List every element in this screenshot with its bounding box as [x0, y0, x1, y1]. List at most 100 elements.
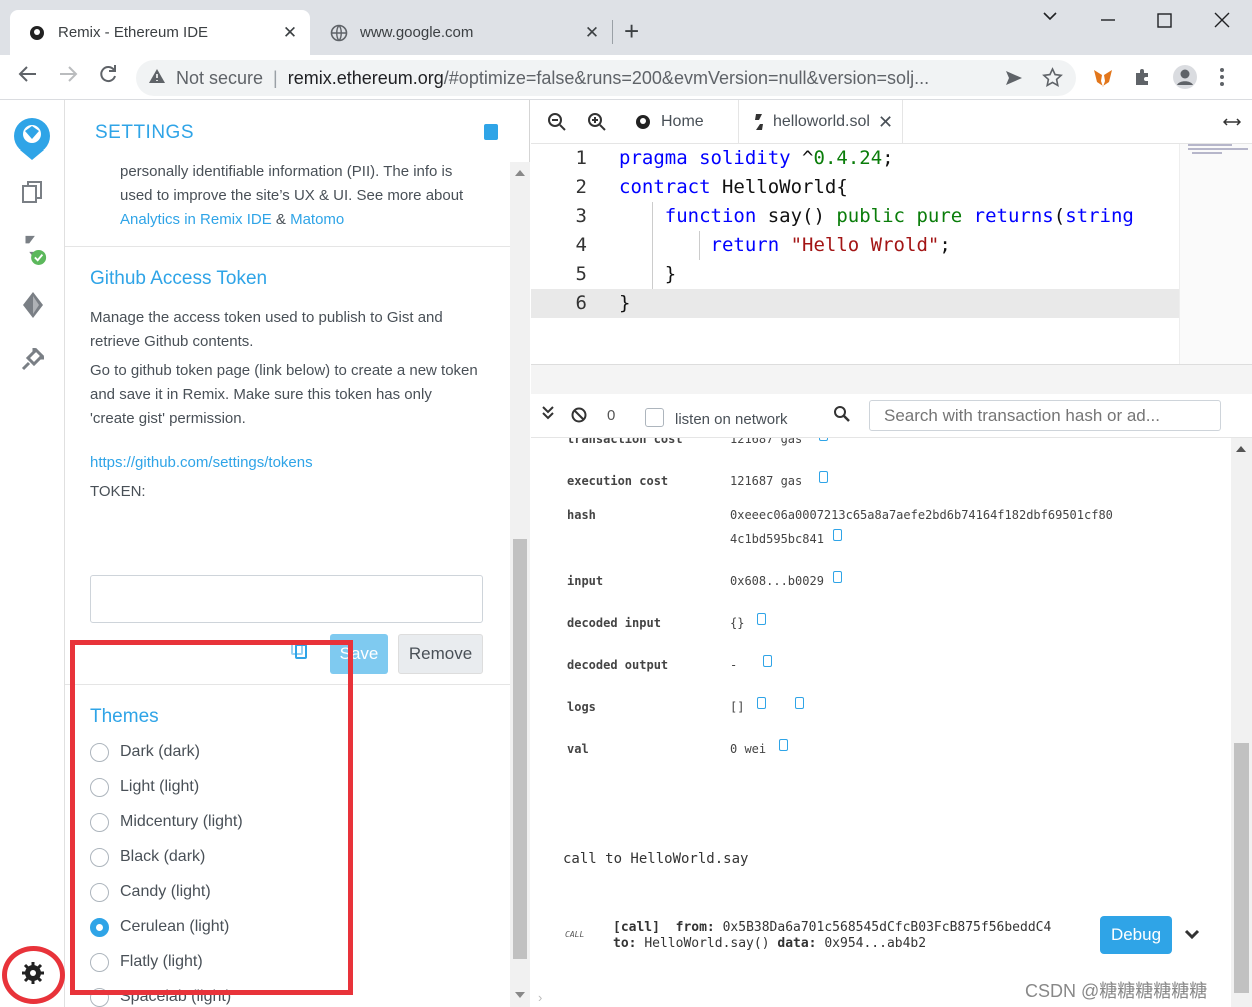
- scroll-up-arrow-icon[interactable]: [515, 170, 525, 176]
- remix-logo-icon[interactable]: [6, 112, 58, 164]
- indent-guide: [652, 202, 653, 289]
- metamask-extension-icon[interactable]: [1092, 67, 1114, 94]
- theme-option[interactable]: Candy (light): [90, 880, 211, 904]
- copy-icon[interactable]: [819, 438, 828, 441]
- file-explorer-icon[interactable]: [18, 178, 48, 208]
- new-tab-button[interactable]: +: [624, 17, 639, 45]
- back-arrow-icon[interactable]: [18, 64, 38, 90]
- minimize-window-icon[interactable]: [1100, 12, 1116, 33]
- code-token: return: [710, 234, 780, 256]
- scroll-up-arrow-icon[interactable]: [1236, 446, 1246, 452]
- not-secure-label: Not secure: [176, 67, 264, 88]
- theme-option[interactable]: Light (light): [90, 775, 199, 799]
- share-icon[interactable]: [1004, 68, 1024, 93]
- browser-menu-icon[interactable]: [1218, 67, 1226, 92]
- expand-transaction-icon[interactable]: [1184, 928, 1200, 946]
- scrollbar-thumb[interactable]: [513, 539, 527, 959]
- github-tokens-link[interactable]: https://github.com/settings/tokens: [90, 451, 313, 475]
- theme-option[interactable]: Cerulean (light): [90, 915, 229, 939]
- watermark: CSDN @糖糖糖糖糖糖: [1025, 981, 1208, 1001]
- forward-arrow-icon[interactable]: [58, 64, 78, 90]
- scrollbar-thumb[interactable]: [1234, 743, 1249, 993]
- browser-tabstrip: Remix - Ethereum IDE ✕ www.google.com ✕ …: [0, 0, 1252, 55]
- theme-radio[interactable]: [90, 882, 109, 902]
- reload-icon[interactable]: [98, 64, 118, 90]
- settings-scroll-area[interactable]: personally identifiable information (PII…: [65, 162, 510, 1007]
- theme-radio[interactable]: [90, 917, 109, 937]
- settings-gear-icon[interactable]: [18, 958, 48, 988]
- theme-option[interactable]: Black (dark): [90, 845, 205, 869]
- minimap-line: [1192, 152, 1222, 154]
- theme-option[interactable]: Spacelab (light): [90, 985, 231, 1007]
- line-number: 3: [575, 205, 587, 227]
- code-token: "Hello Wrold": [790, 234, 940, 256]
- zoom-out-icon[interactable]: [547, 100, 567, 144]
- code-line: 2 contract HelloWorld{: [531, 173, 1179, 202]
- documentation-book-icon[interactable]: [484, 124, 498, 140]
- close-window-icon[interactable]: [1214, 12, 1230, 33]
- terminal-prompt[interactable]: ›: [538, 990, 542, 1005]
- browser-tab-remix[interactable]: Remix - Ethereum IDE ✕: [10, 10, 310, 55]
- analytics-link[interactable]: Analytics in Remix IDE: [120, 211, 272, 228]
- save-button[interactable]: Save: [330, 634, 388, 674]
- tx-field-value: 4c1bd595bc841: [730, 532, 824, 546]
- code-editor[interactable]: 1 pragma solidity ^0.4.24; 2 contract Hello…: [531, 144, 1252, 364]
- copy-icon[interactable]: [779, 739, 788, 751]
- terminal-scrollbar[interactable]: [1231, 438, 1252, 1007]
- solidity-compiler-icon[interactable]: [18, 234, 48, 265]
- close-tab-icon[interactable]: ✕: [580, 23, 604, 43]
- zoom-in-icon[interactable]: [587, 100, 607, 144]
- close-tab-icon[interactable]: ✕: [278, 23, 302, 43]
- deploy-run-icon[interactable]: [18, 290, 48, 320]
- copy-icon[interactable]: [833, 529, 842, 541]
- theme-radio[interactable]: [90, 987, 109, 1007]
- remove-button[interactable]: Remove: [398, 634, 483, 674]
- tab-helloworld[interactable]: helloworld.sol ✕: [741, 100, 903, 144]
- settings-scrollbar[interactable]: [510, 162, 530, 1007]
- bookmark-star-icon[interactable]: [1042, 67, 1063, 93]
- copy-icon[interactable]: [757, 613, 766, 625]
- scroll-down-arrow-icon[interactable]: [515, 992, 525, 998]
- tx-field-value: 0 wei: [730, 742, 767, 756]
- theme-option[interactable]: Dark (dark): [90, 740, 200, 764]
- panel-divider[interactable]: [531, 364, 1252, 394]
- close-file-icon[interactable]: ✕: [878, 112, 893, 133]
- code-token: pure: [916, 205, 963, 227]
- matomo-link[interactable]: Matomo: [290, 211, 344, 228]
- extensions-puzzle-icon[interactable]: [1133, 67, 1153, 92]
- debug-button[interactable]: Debug: [1100, 916, 1172, 954]
- address-bar[interactable]: Not secure | remix.ethereum.org/#optimiz…: [136, 60, 1076, 96]
- copy-icon[interactable]: [763, 655, 772, 667]
- resize-panel-icon[interactable]: [1223, 100, 1241, 144]
- transaction-search-input[interactable]: [869, 400, 1221, 431]
- tab-search-icon[interactable]: [1042, 8, 1058, 29]
- code-token: say(): [756, 205, 837, 227]
- copy-icon[interactable]: [833, 571, 842, 583]
- browser-tab-google[interactable]: www.google.com ✕: [312, 10, 612, 55]
- plugin-manager-icon[interactable]: [18, 344, 48, 374]
- token-input[interactable]: [90, 575, 483, 623]
- profile-avatar-icon[interactable]: [1172, 64, 1198, 95]
- theme-radio[interactable]: [90, 847, 109, 867]
- listen-network-checkbox[interactable]: [645, 408, 664, 427]
- editor-minimap[interactable]: [1179, 144, 1252, 364]
- theme-option[interactable]: Midcentury (light): [90, 810, 243, 834]
- copy-icon[interactable]: [795, 697, 804, 709]
- listen-network-label: listen on network: [675, 411, 788, 428]
- theme-option[interactable]: Flatly (light): [90, 950, 203, 974]
- tab-separator: [612, 20, 613, 44]
- globe-icon: [330, 24, 348, 42]
- theme-radio[interactable]: [90, 952, 109, 972]
- maximize-window-icon[interactable]: [1157, 12, 1172, 33]
- code-token: ;: [939, 234, 951, 256]
- clear-console-icon[interactable]: [571, 407, 587, 428]
- theme-radio[interactable]: [90, 742, 109, 762]
- copy-icon[interactable]: [757, 697, 766, 709]
- theme-radio[interactable]: [90, 777, 109, 797]
- collapse-terminal-icon[interactable]: [542, 406, 554, 425]
- theme-radio[interactable]: [90, 812, 109, 832]
- copy-icon[interactable]: [819, 471, 828, 483]
- tab-home[interactable]: Home: [634, 100, 739, 144]
